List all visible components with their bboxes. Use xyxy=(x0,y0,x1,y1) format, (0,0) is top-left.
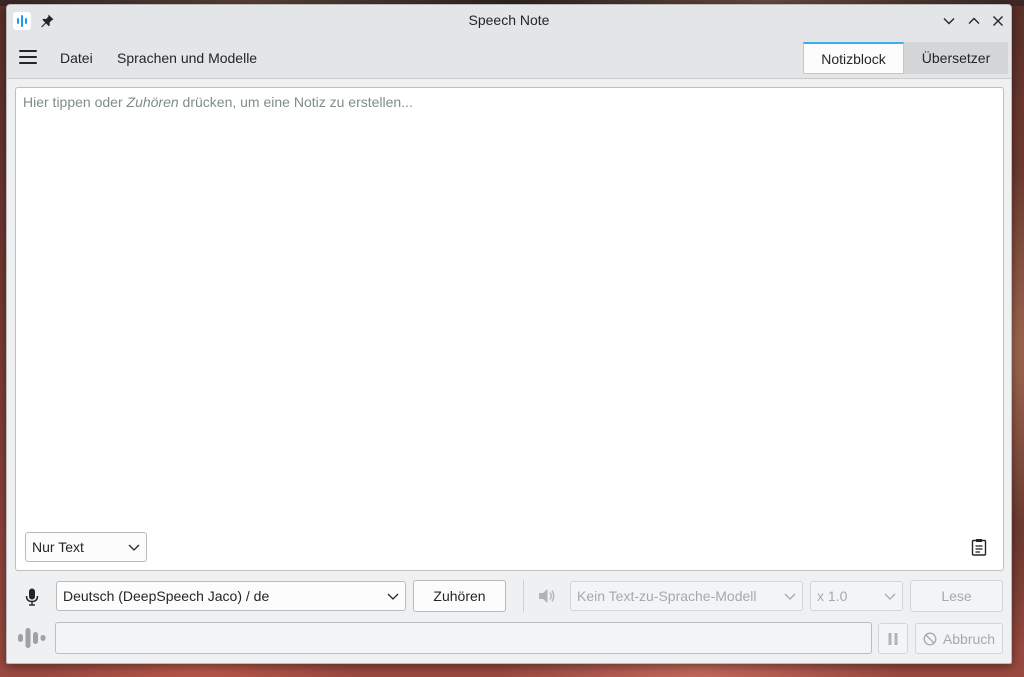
text-format-select[interactable]: Nur Text xyxy=(25,532,147,562)
tts-model-value: Kein Text-zu-Sprache-Modell xyxy=(577,588,757,604)
chevron-up-icon xyxy=(968,17,980,24)
app-window: Speech Note Datei Sprachen und Modelle N… xyxy=(6,4,1012,664)
menu-file[interactable]: Datei xyxy=(60,50,93,66)
audio-waveform-icon xyxy=(18,628,46,648)
close-button[interactable] xyxy=(988,11,1008,31)
menu-bar: Datei Sprachen und Modelle Notizblock Üb… xyxy=(7,37,1011,79)
pause-button[interactable] xyxy=(878,623,908,654)
clipboard-icon[interactable] xyxy=(971,538,987,556)
placeholder-text-before: Hier tippen oder xyxy=(23,94,127,110)
placeholder-text-emphasis: Zuhören xyxy=(126,94,179,110)
menu-languages-models[interactable]: Sprachen und Modelle xyxy=(117,50,257,66)
cancel-icon xyxy=(923,632,937,645)
speech-speed-select[interactable]: x 1.0 xyxy=(810,581,903,611)
hamburger-menu-icon[interactable] xyxy=(19,50,37,66)
stt-model-select[interactable]: Deutsch (DeepSpeech Jaco) / de xyxy=(56,581,406,611)
chevron-down-icon xyxy=(884,593,896,600)
tts-model-select[interactable]: Kein Text-zu-Sprache-Modell xyxy=(570,581,803,611)
chevron-down-icon xyxy=(943,18,955,25)
toolbar-separator xyxy=(523,580,524,612)
title-bar[interactable]: Speech Note xyxy=(7,5,1011,37)
listen-button[interactable]: Zuhören xyxy=(413,580,506,612)
placeholder-text-after: drücken, um eine Notiz zu erstellen... xyxy=(178,94,413,110)
window-title: Speech Note xyxy=(468,12,550,28)
tab-notepad[interactable]: Notizblock xyxy=(803,42,904,74)
minimize-button[interactable] xyxy=(939,11,959,31)
tab-translator[interactable]: Übersetzer xyxy=(904,42,1008,74)
stt-model-value: Deutsch (DeepSpeech Jaco) / de xyxy=(63,588,270,604)
chevron-down-icon xyxy=(784,593,796,600)
chevron-down-icon xyxy=(128,544,140,551)
cancel-button[interactable]: Abbruch xyxy=(915,623,1003,654)
close-icon xyxy=(993,16,1003,26)
maximize-button[interactable] xyxy=(964,11,984,31)
note-editor[interactable]: Hier tippen oder Zuhören drücken, um ein… xyxy=(15,87,1004,571)
pause-icon xyxy=(888,632,898,645)
read-button[interactable]: Lese xyxy=(910,580,1003,612)
text-format-value: Nur Text xyxy=(32,539,84,555)
transcription-progress-bar xyxy=(55,622,872,654)
cancel-label: Abbruch xyxy=(942,630,996,647)
speech-speed-value: x 1.0 xyxy=(817,588,848,604)
chevron-down-icon xyxy=(387,593,399,600)
microphone-icon xyxy=(25,588,39,606)
speaker-icon xyxy=(539,589,555,603)
editor-placeholder: Hier tippen oder Zuhören drücken, um ein… xyxy=(23,94,413,110)
